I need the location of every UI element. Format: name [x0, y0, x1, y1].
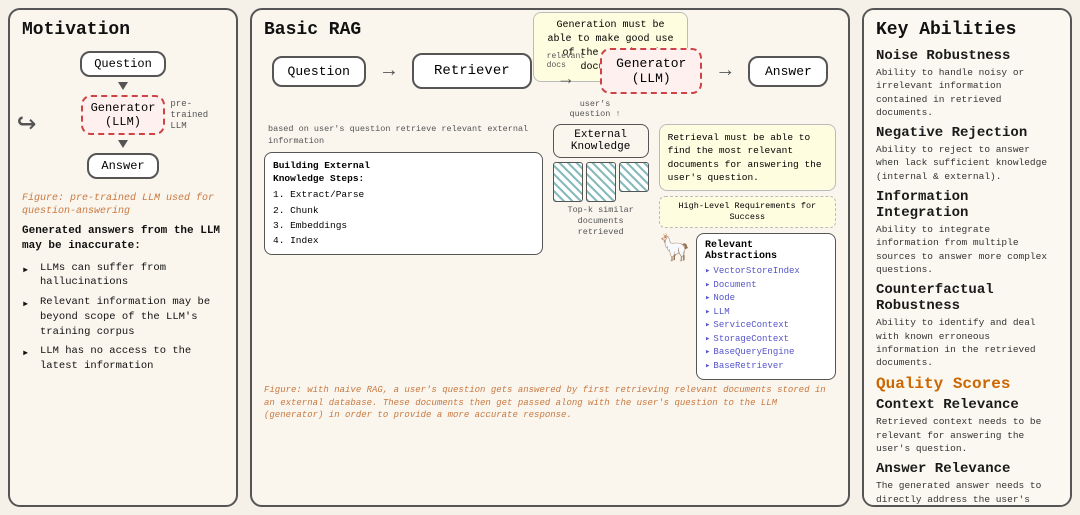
motivation-question-box: Question	[80, 51, 166, 77]
rag-figure-caption: Figure: with naive RAG, a user's questio…	[264, 384, 836, 422]
arrow-q-to-g	[118, 82, 128, 90]
quality-2: Answer Relevance The generated answer ne…	[876, 461, 1058, 507]
based-on-label: based on user's question retrieve releva…	[268, 124, 543, 148]
abilities-panel: Key Abilities Noise Robustness Ability t…	[862, 8, 1072, 507]
right-bottom: Retrieval must be able to find the most …	[659, 124, 836, 380]
motivation-diagram: Question Generator(LLM) pre-trained LLM …	[22, 48, 224, 182]
bullet-icon-3: ▸	[22, 345, 36, 362]
arrow-ret-gen: →	[560, 70, 571, 90]
abstraction-6: ▸StorageContext	[705, 333, 827, 347]
bullet-item-3: ▸ LLM has no access to the latest inform…	[22, 344, 224, 373]
bullet-text-3: LLM has no access to the latest informat…	[40, 344, 224, 373]
bullet-icon-1: ▸	[22, 262, 36, 279]
knowledge-bar-1	[553, 162, 583, 202]
motivation-answer-box: Answer	[87, 153, 158, 179]
motivation-generator-box: Generator(LLM)	[81, 95, 166, 135]
relevant-docs-label: relevantdocs	[547, 52, 585, 70]
knowledge-bars	[553, 162, 649, 202]
quality-2-desc: The generated answer needs to directly a…	[876, 479, 1058, 507]
arrow-gen-answer: →	[719, 60, 731, 83]
users-question-area: user'squestion ↑	[264, 99, 836, 119]
ability-2-title: Negative Rejection	[876, 125, 1058, 141]
quality-1: Context Relevance Retrieved context need…	[876, 397, 1058, 455]
rag-question-box: Question	[272, 56, 366, 87]
topk-label: Top-k similar documents retrieved	[553, 205, 649, 238]
ability-1: Noise Robustness Ability to handle noisy…	[876, 48, 1058, 119]
rag-retriever-label: Retriever	[434, 63, 510, 79]
relevant-docs-group: relevantdocs →	[547, 52, 585, 90]
bullet-list: ▸ LLMs can suffer from hallucinations ▸ …	[22, 261, 224, 379]
motivation-panel: Motivation Question Generator(LLM) pre-t…	[8, 8, 238, 507]
abstraction-8: ▸BaseRetriever	[705, 360, 827, 374]
left-bottom: based on user's question retrieve releva…	[264, 124, 543, 380]
quality-1-title: Context Relevance	[876, 397, 1058, 413]
ability-2: Negative Rejection Ability to reject to …	[876, 125, 1058, 183]
bubble-bottom-text: Retrieval must be able to find the most …	[668, 132, 822, 183]
abstractions-title: RelevantAbstractions	[705, 240, 827, 262]
rag-answer-box: Answer	[748, 56, 828, 87]
building-steps-title: Building ExternalKnowledge Steps:	[273, 159, 534, 186]
abstraction-1: ▸VectorStoreIndex	[705, 265, 827, 279]
rag-generator-label: Generator(LLM)	[616, 56, 686, 86]
motivation-title: Motivation	[22, 20, 224, 40]
curved-arrow: ↩	[17, 103, 36, 143]
motivation-generator-label: Generator(LLM)	[91, 101, 156, 129]
ability-3-title: Information Integration	[876, 189, 1058, 221]
relevant-abstractions-group: 🦙 RelevantAbstractions ▸VectorStoreIndex…	[659, 233, 836, 380]
step-2: 2. Chunk	[273, 203, 534, 218]
step-1: 1. Extract/Parse	[273, 187, 534, 202]
bullet-item-1: ▸ LLMs can suffer from hallucinations	[22, 261, 224, 290]
ability-4-title: Counterfactual Robustness	[876, 282, 1058, 314]
bullet-text-1: LLMs can suffer from hallucinations	[40, 261, 224, 290]
quality-2-title: Answer Relevance	[876, 461, 1058, 477]
quality-1-desc: Retrieved context needs to be relevant f…	[876, 415, 1058, 455]
quality-scores-title: Quality Scores	[876, 375, 1058, 393]
ability-3-desc: Ability to integrate information from mu…	[876, 223, 1058, 276]
abstraction-5: ▸ServiceContext	[705, 319, 827, 333]
bubble-bottom: Retrieval must be able to find the most …	[659, 124, 836, 191]
abstraction-4: ▸LLM	[705, 306, 827, 320]
arrow-q-retriever: →	[383, 60, 395, 83]
high-level-text: High-Level Requirements for Success	[678, 201, 816, 222]
bullet-item-2: ▸ Relevant information may be beyond sco…	[22, 295, 224, 339]
relevant-abstractions-box: RelevantAbstractions ▸VectorStoreIndex ▸…	[696, 233, 836, 380]
rag-panel: Basic RAG Generation must be able to mak…	[250, 8, 850, 507]
rag-generator-box: Generator(LLM)	[600, 48, 702, 94]
external-knowledge-section: External Knowledge Top-k similar documen…	[553, 124, 649, 380]
motivation-question-label: Question	[94, 57, 152, 71]
abilities-title: Key Abilities	[876, 20, 1058, 40]
building-steps: Building ExternalKnowledge Steps: 1. Ext…	[264, 152, 543, 255]
pretrained-label: pre-trained LLM	[170, 99, 220, 131]
external-knowledge-box: External Knowledge	[553, 124, 649, 158]
rag-answer-label: Answer	[765, 64, 812, 79]
motivation-answer-label: Answer	[101, 159, 144, 173]
bullet-icon-2: ▸	[22, 296, 36, 313]
ability-3: Information Integration Ability to integ…	[876, 189, 1058, 276]
ability-2-desc: Ability to reject to answer when lack su…	[876, 143, 1058, 183]
llama-icon: 🦙	[659, 233, 691, 264]
abstraction-7: ▸BaseQueryEngine	[705, 346, 827, 360]
abstraction-3: ▸Node	[705, 292, 827, 306]
external-knowledge-label: External Knowledge	[571, 129, 630, 153]
ability-4-desc: Ability to identify and deal with known …	[876, 316, 1058, 369]
bullet-text-2: Relevant information may be beyond scope…	[40, 295, 224, 339]
knowledge-bar-2	[586, 162, 616, 202]
ability-1-desc: Ability to handle noisy or irrelevant in…	[876, 66, 1058, 119]
generated-text: Generated answers from the LLM may be in…	[22, 224, 224, 255]
ability-4: Counterfactual Robustness Ability to ide…	[876, 282, 1058, 369]
rag-question-label: Question	[288, 64, 350, 79]
step-3: 3. Embeddings	[273, 218, 534, 233]
users-question-label: user'squestion ↑	[569, 99, 620, 119]
knowledge-bar-3	[619, 162, 649, 192]
rag-bottom: based on user's question retrieve releva…	[264, 124, 836, 380]
ability-1-title: Noise Robustness	[876, 48, 1058, 64]
step-4: 4. Index	[273, 233, 534, 248]
rag-main-flow: Question → Retriever relevantdocs → Gene…	[264, 48, 836, 94]
rag-retriever-box: Retriever	[412, 53, 532, 89]
arrow-g-to-a	[118, 140, 128, 148]
high-level-label: High-Level Requirements for Success	[659, 196, 836, 228]
abstraction-2: ▸Document	[705, 279, 827, 293]
motivation-figure-caption: Figure: pre-trained LLM used for questio…	[22, 192, 224, 218]
